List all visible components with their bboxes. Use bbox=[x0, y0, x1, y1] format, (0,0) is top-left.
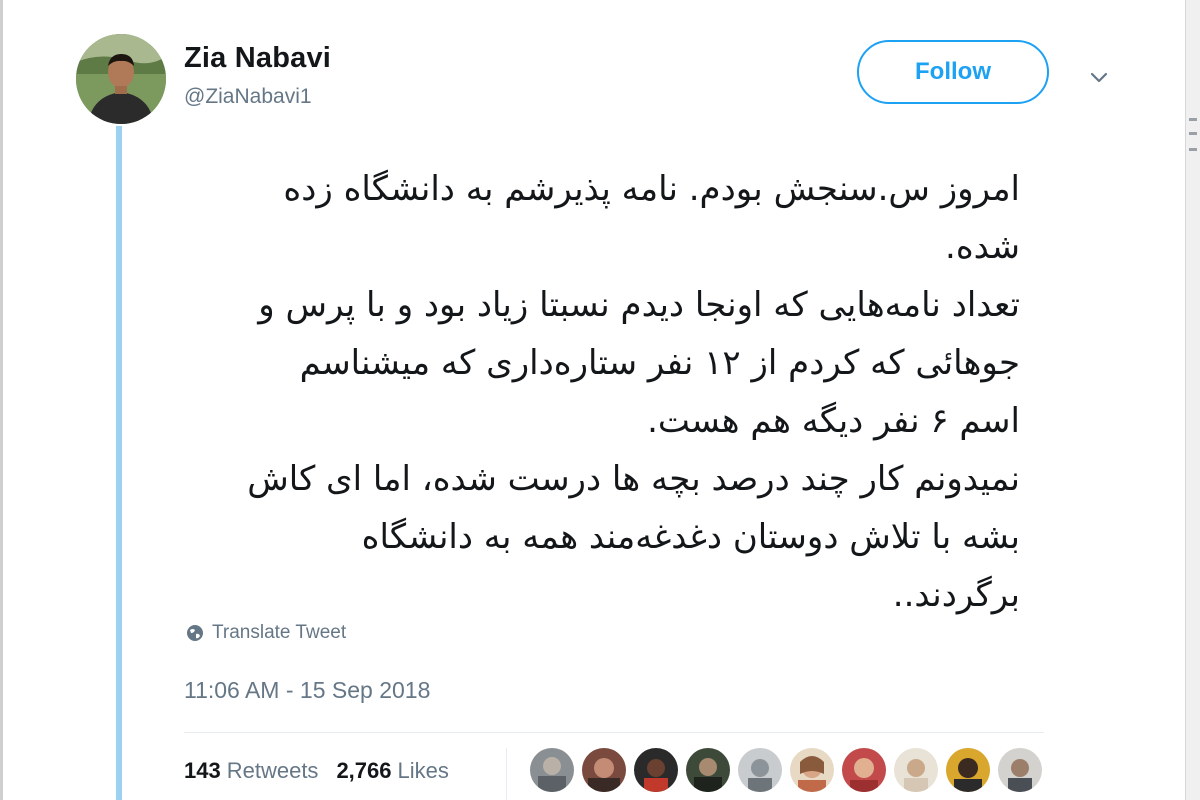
tweet-line: برگردند.. bbox=[892, 575, 1020, 615]
liker-avatar[interactable] bbox=[894, 748, 938, 792]
chevron-down-icon[interactable] bbox=[1086, 64, 1112, 90]
scrollbar-mark bbox=[1189, 148, 1197, 151]
stats-separator bbox=[506, 748, 507, 800]
tweet-text: امروز س.سنجش بودم. نامه پذیرشم به دانشگا… bbox=[180, 160, 1020, 624]
tweet-line: امروز س.سنجش بودم. نامه پذیرشم به دانشگا… bbox=[283, 169, 1020, 209]
translate-tweet-label: Translate Tweet bbox=[212, 622, 347, 643]
follow-button[interactable]: Follow bbox=[857, 40, 1049, 104]
window-left-edge bbox=[0, 0, 3, 800]
tweet-timestamp[interactable]: 11:06 AM - 15 Sep 2018 bbox=[184, 677, 430, 704]
tweet-line: جوهائی که کردم از ۱۲ نفر ستاره‌داری که م… bbox=[299, 343, 1020, 383]
tweet-line: اسم ۶ نفر دیگه هم هست. bbox=[647, 401, 1020, 441]
liker-avatar[interactable] bbox=[738, 748, 782, 792]
translate-tweet-link[interactable]: Translate Tweet bbox=[186, 622, 346, 644]
avatar-photo bbox=[76, 34, 166, 124]
liker-avatar[interactable] bbox=[790, 748, 834, 792]
liker-avatar[interactable] bbox=[686, 748, 730, 792]
tweet-line: نمیدونم کار چند درصد بچه ها درست شده، ام… bbox=[247, 459, 1020, 499]
scrollbar-mark bbox=[1189, 132, 1197, 135]
author-display-name[interactable]: Zia Nabavi bbox=[184, 42, 331, 75]
tweet-stats: 143 Retweets 2,766 Likes bbox=[184, 758, 449, 784]
tweet-screenshot: Zia Nabavi @ZiaNabavi1 Follow امروز س.سن… bbox=[0, 0, 1200, 800]
globe-icon bbox=[187, 625, 203, 641]
author-handle[interactable]: @ZiaNabavi1 bbox=[184, 85, 312, 109]
liker-avatar[interactable] bbox=[530, 748, 574, 792]
divider bbox=[184, 732, 1044, 733]
liker-avatar[interactable] bbox=[582, 748, 626, 792]
thread-line bbox=[116, 126, 122, 800]
tweet-line: بشه با تلاش دوستان دغدغه‌مند همه به دانش… bbox=[361, 517, 1020, 557]
likes-label[interactable]: Likes bbox=[398, 758, 449, 784]
liker-avatars bbox=[530, 748, 1042, 792]
liker-avatar[interactable] bbox=[634, 748, 678, 792]
scrollbar-mark bbox=[1189, 118, 1197, 121]
liker-avatar[interactable] bbox=[998, 748, 1042, 792]
liker-avatar[interactable] bbox=[842, 748, 886, 792]
liker-avatar[interactable] bbox=[946, 748, 990, 792]
window-scrollbar[interactable] bbox=[1185, 0, 1200, 800]
tweet-line: تعداد نامه‌هایی که اونجا دیدم نسبتا زیاد… bbox=[258, 285, 1020, 325]
retweets-label[interactable]: Retweets bbox=[227, 758, 319, 784]
retweets-count[interactable]: 143 bbox=[184, 758, 221, 784]
tweet-line: شده. bbox=[945, 227, 1020, 267]
likes-count[interactable]: 2,766 bbox=[336, 758, 391, 784]
avatar[interactable] bbox=[76, 34, 166, 124]
